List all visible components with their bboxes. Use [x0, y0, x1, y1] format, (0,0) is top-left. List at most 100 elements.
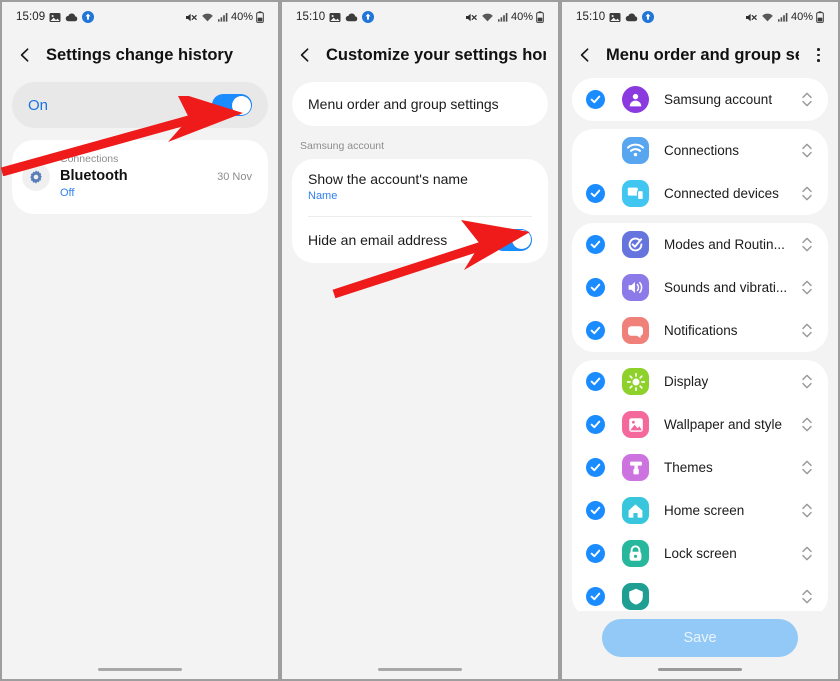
menu-item-label: Connections — [664, 143, 740, 158]
menu-order-row[interactable]: Home screen — [572, 489, 828, 532]
menu-item-checkbox[interactable] — [586, 501, 605, 520]
reorder-handle-icon[interactable] — [800, 321, 816, 341]
menu-group: Modes and Routin... Sounds and vibrati...… — [572, 223, 828, 352]
status-bar-right: 40% — [745, 11, 824, 23]
devices-icon — [622, 180, 649, 207]
toggle-knob — [231, 95, 251, 115]
themes-icon — [622, 454, 649, 481]
page-header: Customize your settings home — [282, 32, 558, 78]
menu-order-row[interactable]: Sounds and vibrati... — [572, 266, 828, 309]
reorder-handle-icon[interactable] — [800, 415, 816, 435]
history-toggle-row[interactable]: On — [12, 82, 268, 128]
menu-group: Samsung account — [572, 78, 828, 121]
menu-item-label: Connected devices — [664, 186, 779, 201]
reorder-handle-icon[interactable] — [800, 501, 816, 521]
show-account-name-row[interactable]: Show the account's name Name — [292, 159, 548, 216]
history-toggle-switch[interactable] — [212, 94, 252, 116]
menu-order-row[interactable]: Notifications — [572, 309, 828, 352]
menu-item-checkbox[interactable] — [586, 587, 605, 606]
reorder-handle-icon[interactable] — [800, 235, 816, 255]
page-title: Menu order and group se... — [606, 45, 800, 64]
menu-order-row[interactable]: Wallpaper and style — [572, 403, 828, 446]
menu-item-checkbox[interactable] — [586, 458, 605, 477]
panel-customize-settings-home: 15:10 40% Customize your settings home M… — [280, 0, 560, 681]
back-chevron-icon[interactable] — [576, 46, 594, 64]
reorder-handle-icon[interactable] — [800, 458, 816, 478]
menu-item-checkbox[interactable] — [586, 235, 605, 254]
menu-order-row[interactable]: Lock screen — [572, 532, 828, 575]
reorder-handle-icon[interactable] — [800, 90, 816, 110]
status-bar-left: 15:09 — [16, 11, 95, 23]
reorder-handle-icon[interactable] — [800, 141, 816, 161]
screenshot-stage: 15:09 40% Settings change history On Con… — [0, 0, 840, 681]
save-bar: Save — [562, 611, 838, 679]
history-item-state: Off — [60, 187, 75, 200]
save-button[interactable]: Save — [602, 619, 798, 657]
menu-item-checkbox[interactable] — [586, 278, 605, 297]
menu-item-checkbox[interactable] — [586, 321, 605, 340]
gallery-icon — [609, 12, 621, 23]
menu-item-label: Notifications — [664, 323, 738, 338]
menu-order-row[interactable]: Samsung account — [572, 78, 828, 121]
mute-icon — [465, 12, 478, 23]
modes-icon — [622, 231, 649, 258]
status-bar-left: 15:10 — [296, 11, 375, 23]
reorder-handle-icon[interactable] — [800, 544, 816, 564]
wifi-status-icon — [201, 12, 214, 23]
menu-order-label: Menu order and group settings — [308, 96, 499, 112]
battery-percent: 40% — [790, 11, 813, 23]
page-header: Settings change history — [2, 32, 278, 78]
back-chevron-icon[interactable] — [16, 46, 34, 64]
battery-icon — [816, 11, 824, 23]
show-account-name-value: Name — [308, 190, 338, 203]
status-bar-left: 15:10 — [576, 11, 655, 23]
history-item-date: 30 Nov — [217, 170, 252, 183]
mute-icon — [185, 12, 198, 23]
menu-item-label: Sounds and vibrati... — [664, 280, 788, 295]
show-account-name-body: Show the account's name Name — [308, 169, 468, 205]
samsung-account-group: Show the account's name Name Hide an ema… — [292, 159, 548, 263]
signal-icon — [497, 12, 508, 23]
menu-item-checkbox[interactable] — [586, 415, 605, 434]
wifi-icon — [622, 137, 649, 164]
battery-icon — [536, 11, 544, 23]
menu-item-checkbox[interactable] — [586, 184, 605, 203]
battery-icon — [256, 11, 264, 23]
menu-item-checkbox[interactable] — [586, 544, 605, 563]
status-bar: 15:09 40% — [2, 2, 278, 32]
cloud-icon — [345, 12, 358, 23]
reorder-handle-icon[interactable] — [800, 587, 816, 607]
back-chevron-icon[interactable] — [296, 46, 314, 64]
reorder-handle-icon[interactable] — [800, 372, 816, 392]
history-list-item[interactable]: Connections Bluetooth Off 30 Nov — [12, 140, 268, 214]
signal-icon — [217, 12, 228, 23]
menu-order-list: Samsung account Connections Connected devi… — [562, 78, 838, 618]
menu-item-label: Display — [664, 374, 709, 389]
hide-email-row[interactable]: Hide an email address — [292, 217, 548, 263]
menu-item-checkbox[interactable] — [586, 372, 605, 391]
wifi-status-icon — [761, 12, 774, 23]
toggle-knob — [511, 230, 531, 250]
brightness-icon — [622, 368, 649, 395]
gesture-bar — [378, 667, 462, 671]
menu-order-row[interactable]: Connections — [572, 129, 828, 172]
menu-item-label: Samsung account — [664, 92, 773, 107]
kebab-menu-icon[interactable] — [811, 46, 826, 64]
menu-order-row[interactable]: Connected devices — [572, 172, 828, 215]
status-bar-right: 40% — [465, 11, 544, 23]
menu-group: Connections Connected devices — [572, 129, 828, 215]
reorder-handle-icon[interactable] — [800, 184, 816, 204]
menu-group: Display Wallpaper and style Themes Home scr… — [572, 360, 828, 618]
section-label-samsung-account: Samsung account — [300, 140, 385, 152]
menu-item-checkbox[interactable] — [586, 90, 605, 109]
menu-item-checkbox[interactable] — [586, 141, 605, 160]
menu-order-row[interactable]: Display — [572, 360, 828, 403]
hide-email-toggle-switch[interactable] — [492, 228, 532, 251]
menu-item-label: Lock screen — [664, 546, 737, 561]
app-update-icon — [362, 11, 375, 23]
reorder-handle-icon[interactable] — [800, 278, 816, 298]
menu-order-row[interactable]: Modes and Routin... — [572, 223, 828, 266]
menu-order-row[interactable]: Themes — [572, 446, 828, 489]
status-time: 15:09 — [16, 11, 46, 23]
menu-order-group-settings-item[interactable]: Menu order and group settings — [292, 82, 548, 126]
